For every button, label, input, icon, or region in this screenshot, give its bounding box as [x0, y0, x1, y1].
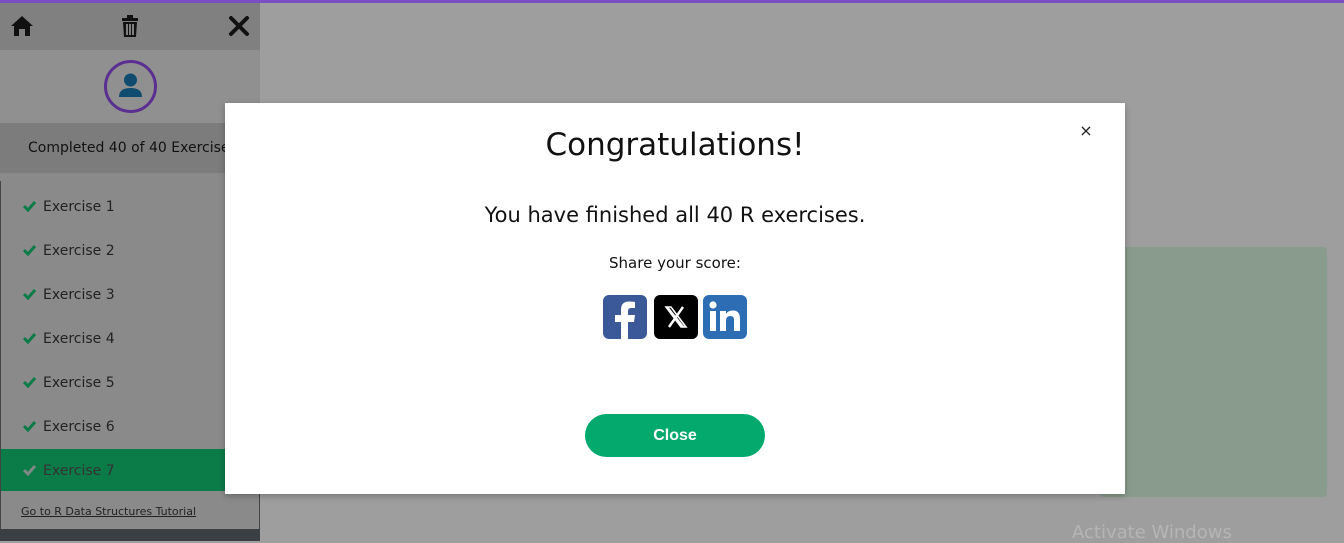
- list-item-label: Exercise 3: [43, 287, 115, 303]
- exercise-list: Exercise 1 Exercise 2 Exercise 3 Exercis…: [0, 181, 260, 493]
- linkedin-icon[interactable]: [703, 295, 747, 339]
- tutorial-link[interactable]: Go to R Data Structures Tutorial: [21, 505, 196, 518]
- avatar[interactable]: [104, 60, 157, 113]
- user-icon: [119, 73, 142, 97]
- congratulations-modal: × Congratulations! You have finished all…: [225, 103, 1125, 494]
- list-item-exercise-6[interactable]: Exercise 6: [1, 405, 259, 449]
- completion-status: Completed 40 of 40 Exercises:: [0, 123, 260, 173]
- avatar-area: [0, 50, 260, 123]
- sidebar-footer: [0, 529, 260, 541]
- tutorial-link-area: Go to R Data Structures Tutorial: [0, 491, 260, 529]
- list-item-exercise-3[interactable]: Exercise 3: [1, 273, 259, 317]
- x-icon[interactable]: [654, 295, 698, 339]
- list-item-exercise-1[interactable]: Exercise 1: [1, 185, 259, 229]
- check-icon: [23, 201, 36, 212]
- sidebar-toolbar: [0, 3, 260, 50]
- list-item-label: Exercise 6: [43, 419, 115, 435]
- facebook-icon[interactable]: [603, 295, 647, 339]
- list-item-label: Exercise 1: [43, 199, 115, 215]
- list-item-exercise-4[interactable]: Exercise 4: [1, 317, 259, 361]
- home-icon[interactable]: [9, 13, 35, 39]
- list-item-label: Exercise 4: [43, 331, 115, 347]
- list-item-exercise-7[interactable]: Exercise 7: [1, 449, 259, 493]
- trash-icon[interactable]: [117, 13, 143, 39]
- completion-status-text: Completed 40 of 40 Exercises:: [28, 140, 242, 156]
- modal-title: Congratulations!: [545, 127, 805, 163]
- os-watermark: Activate Windows: [1072, 522, 1232, 543]
- check-icon: [23, 333, 36, 344]
- share-label: Share your score:: [609, 254, 741, 272]
- check-icon: [23, 377, 36, 388]
- list-item-exercise-5[interactable]: Exercise 5: [1, 361, 259, 405]
- list-item-label: Exercise 7: [43, 463, 115, 479]
- check-icon: [23, 245, 36, 256]
- list-item-label: Exercise 2: [43, 243, 115, 259]
- check-icon: [23, 289, 36, 300]
- list-item-exercise-2[interactable]: Exercise 2: [1, 229, 259, 273]
- close-icon[interactable]: [226, 13, 252, 39]
- background-panel: [1100, 247, 1327, 497]
- sidebar: Completed 40 of 40 Exercises: Exercise 1…: [0, 3, 260, 541]
- list-item-label: Exercise 5: [43, 375, 115, 391]
- close-button[interactable]: Close: [585, 414, 765, 457]
- check-icon: [23, 465, 36, 476]
- check-icon: [23, 421, 36, 432]
- modal-message: You have finished all 40 R exercises.: [484, 203, 866, 227]
